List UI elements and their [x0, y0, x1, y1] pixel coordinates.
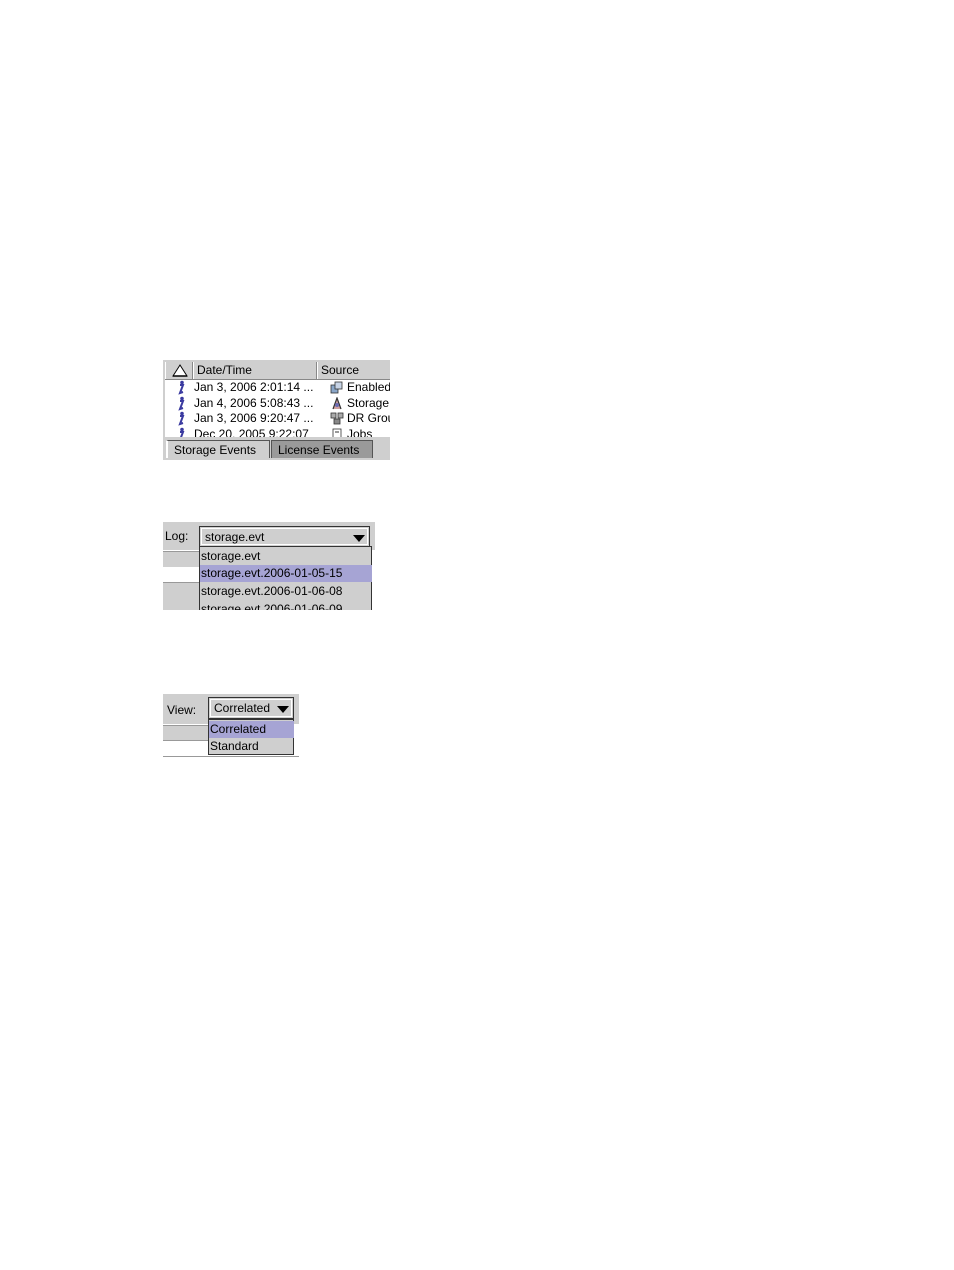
row-source: Enabled	[347, 380, 390, 394]
view-option[interactable]: Standard	[209, 738, 294, 755]
table-row[interactable]: Jan 4, 2006 5:08:43 ... Storage	[165, 396, 390, 412]
log-label: Log:	[165, 529, 189, 543]
view-label: View:	[167, 703, 197, 717]
info-icon	[178, 411, 185, 426]
jobs-icon	[332, 428, 342, 437]
view-panel: View: Correlated Correlated Standard	[163, 694, 299, 758]
log-option-selected[interactable]: storage.evt.2006-01-05-15	[200, 565, 372, 582]
background-row	[163, 552, 199, 567]
enabled-icon	[330, 381, 343, 394]
chevron-down-icon[interactable]	[277, 706, 289, 713]
events-panel: Date/Time Source Jan 3, 2006 2:01:14 ...…	[163, 360, 390, 460]
info-icon	[178, 380, 185, 395]
row-date: Jan 4, 2006 5:08:43 ...	[194, 395, 314, 410]
severity-column-header[interactable]	[165, 362, 193, 379]
storage-icon	[332, 396, 342, 409]
events-table: Date/Time Source Jan 3, 2006 2:01:14 ...…	[165, 362, 390, 437]
date-column-header[interactable]: Date/Time	[193, 362, 317, 379]
row-source: Storage	[347, 395, 390, 410]
view-combo-box[interactable]: Correlated	[208, 697, 294, 719]
view-selected-value: Correlated	[214, 701, 271, 715]
table-header: Date/Time Source	[165, 362, 390, 380]
tab-license-events[interactable]: License Events	[271, 440, 373, 458]
log-panel: Log: storage.evt storage.evt storage.evt…	[163, 522, 375, 610]
row-source: Jobs	[347, 426, 373, 438]
table-row[interactable]: Jan 3, 2006 2:01:14 ... Enabled	[165, 380, 390, 396]
log-combo-box[interactable]: storage.evt	[199, 526, 370, 547]
divider	[163, 756, 299, 757]
background-row	[163, 583, 199, 610]
row-date: Dec 20, 2005 9:22:07	[194, 426, 309, 438]
warning-triangle-icon	[172, 364, 188, 377]
log-option[interactable]: storage.evt.2006-01-06-08	[200, 583, 372, 600]
row-date: Jan 3, 2006 9:20:47 ...	[194, 411, 314, 425]
row-source: DR Grou	[347, 411, 390, 425]
log-selected-value: storage.evt	[205, 530, 265, 544]
row-date: Jan 3, 2006 2:01:14 ...	[194, 380, 314, 394]
log-dropdown-list: storage.evt storage.evt.2006-01-05-15 st…	[199, 546, 372, 610]
source-column-header[interactable]: Source	[317, 362, 390, 379]
chevron-down-icon[interactable]	[353, 535, 365, 542]
log-option[interactable]: storage.evt	[200, 548, 372, 565]
view-dropdown-list: Correlated Standard	[208, 719, 294, 755]
info-icon	[179, 427, 185, 437]
divider	[163, 740, 208, 741]
table-row[interactable]: Dec 20, 2005 9:22:07 Jobs	[165, 426, 390, 438]
table-row[interactable]: Jan 3, 2006 9:20:47 ... DR Grou	[165, 411, 390, 427]
view-option-selected[interactable]: Correlated	[209, 721, 294, 738]
dr-group-icon	[330, 412, 344, 425]
log-option[interactable]: storage.evt.2006-01-06-09	[200, 601, 372, 610]
info-icon	[178, 396, 185, 411]
tab-storage-events[interactable]: Storage Events	[166, 440, 270, 458]
background-row	[163, 726, 208, 740]
event-tabs: Storage Events License Events	[163, 438, 390, 460]
